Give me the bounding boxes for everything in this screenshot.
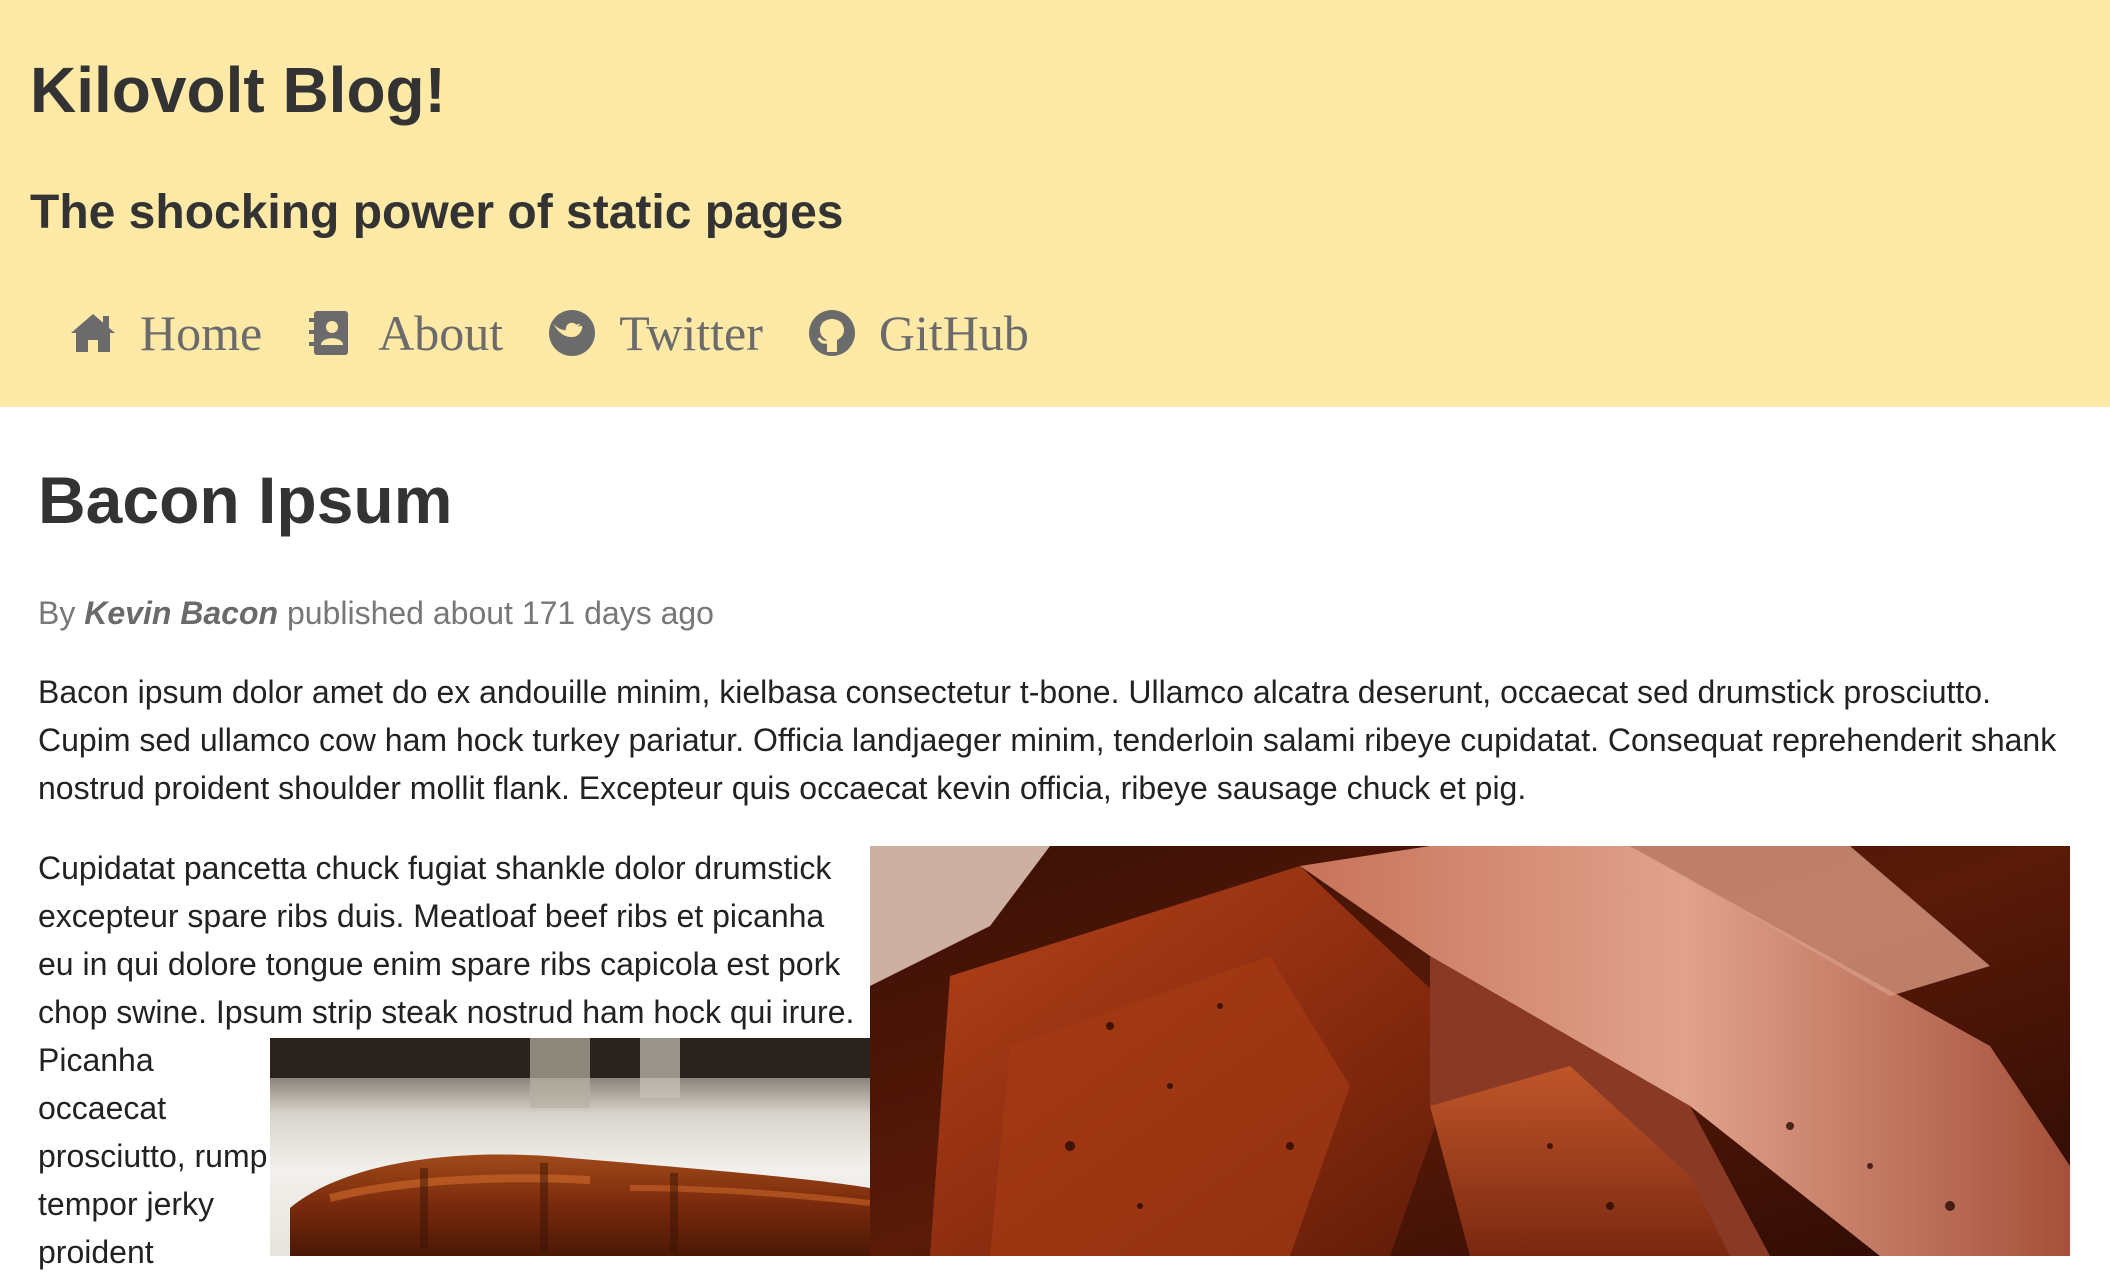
post-byline: By Kevin Bacon published about 171 days … [38, 591, 714, 635]
site-tagline: The shocking power of static pages [30, 186, 844, 239]
byline-published: published about 171 days ago [278, 595, 714, 631]
address-book-icon [306, 308, 356, 358]
github-icon [807, 308, 857, 358]
nav-item-about[interactable]: About [306, 303, 503, 363]
post-paragraph: Cupidatat pancetta chuck fugiat shankle … [38, 850, 855, 1030]
nav-item-home[interactable]: Home [68, 303, 262, 363]
author-name: Kevin Bacon [84, 595, 279, 631]
nav-item-label: Twitter [619, 305, 763, 361]
home-icon [68, 308, 118, 358]
byline-prefix: By [38, 595, 85, 631]
nav-item-label: Home [140, 305, 263, 361]
post-title: Bacon Ipsum [38, 463, 453, 537]
post-paragraph: Picanha occaecat prosciutto, rump tempor… [38, 1042, 268, 1270]
main-nav: Home About Twitter GitHub [68, 298, 1073, 368]
steak-photo-small [270, 1038, 870, 1256]
nav-item-github[interactable]: GitHub [807, 303, 1029, 363]
steak-photo-large [870, 846, 2070, 1256]
post-paragraph: Bacon ipsum dolor amet do ex andouille m… [38, 674, 2057, 806]
site-title[interactable]: Kilovolt Blog! [30, 48, 446, 132]
nav-item-twitter[interactable]: Twitter [547, 303, 763, 363]
twitter-icon [547, 308, 597, 358]
nav-item-label: GitHub [878, 305, 1029, 361]
site-header: Kilovolt Blog! The shocking power of sta… [0, 0, 2110, 407]
nav-item-label: About [378, 305, 504, 361]
